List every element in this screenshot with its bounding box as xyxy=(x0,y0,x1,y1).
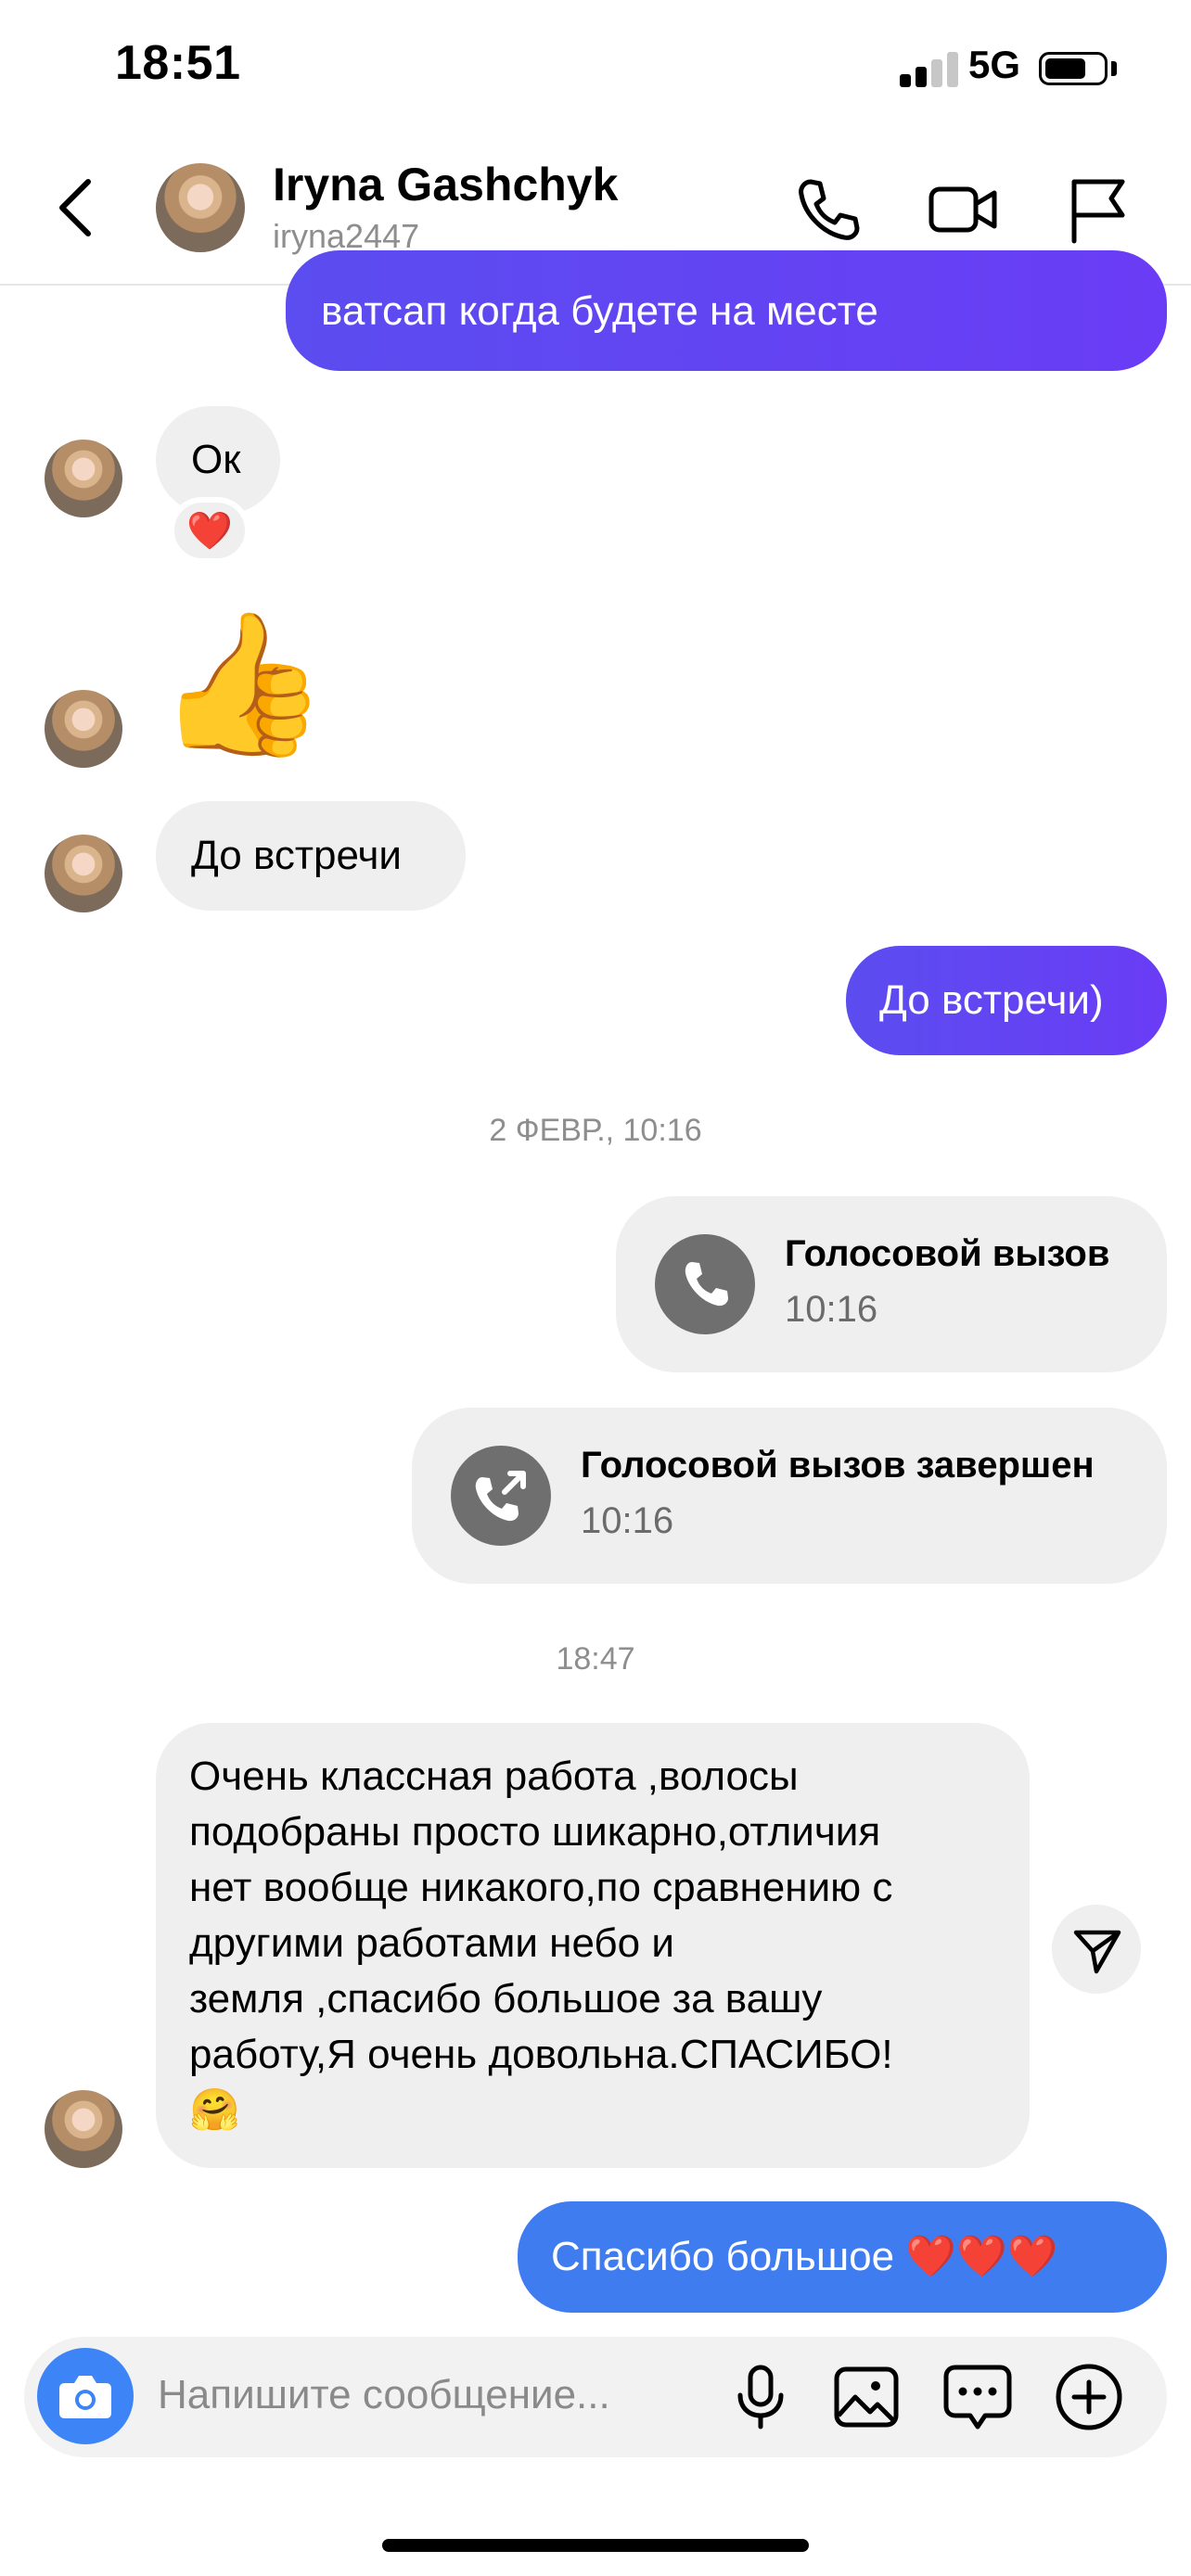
image-icon xyxy=(834,2366,899,2428)
sticker-button[interactable] xyxy=(941,2360,1015,2434)
share-button[interactable] xyxy=(1052,1905,1141,1994)
gallery-button[interactable] xyxy=(829,2360,903,2434)
message-input[interactable]: Напишите сообщение... xyxy=(158,2372,610,2418)
contact-name[interactable]: Iryna Gashchyk xyxy=(273,158,618,211)
status-time: 18:51 xyxy=(115,36,241,90)
sticker-chat-icon xyxy=(943,2365,1012,2429)
call-time: 10:16 xyxy=(581,1500,674,1541)
sender-avatar[interactable] xyxy=(45,835,122,912)
camera-button[interactable] xyxy=(37,2348,134,2444)
sender-avatar[interactable] xyxy=(45,2090,122,2168)
sender-avatar[interactable] xyxy=(45,690,122,768)
call-title: Голосовой вызов xyxy=(785,1233,1110,1274)
call-icon-circle xyxy=(451,1446,551,1546)
time-divider: 18:47 xyxy=(556,1641,635,1677)
outgoing-call-icon xyxy=(475,1471,526,1522)
phone-icon xyxy=(799,179,860,240)
contact-avatar[interactable] xyxy=(156,163,245,252)
outgoing-message[interactable]: ватсап когда будете на месте xyxy=(286,250,1167,371)
thumbs-up-emoji-message[interactable]: 👍 xyxy=(156,605,329,762)
call-time: 10:16 xyxy=(785,1289,878,1330)
voice-call-card[interactable]: Голосовой вызов 10:16 xyxy=(616,1196,1167,1372)
outgoing-message[interactable]: До встречи) xyxy=(846,946,1167,1055)
audio-call-button[interactable] xyxy=(790,172,864,247)
battery-icon xyxy=(1039,52,1108,85)
network-type: 5G xyxy=(968,43,1021,86)
heart-reaction[interactable]: ❤️ xyxy=(169,497,250,564)
send-icon xyxy=(1073,1930,1121,1974)
flag-icon xyxy=(1071,179,1125,244)
microphone-icon xyxy=(737,2365,784,2429)
sender-avatar[interactable] xyxy=(45,440,122,517)
video-call-button[interactable] xyxy=(926,172,1000,247)
home-indicator xyxy=(382,2539,809,2552)
more-options-button[interactable] xyxy=(1052,2360,1126,2434)
incoming-message[interactable]: До встречи xyxy=(156,801,466,911)
back-icon xyxy=(59,179,91,236)
camera-icon xyxy=(59,2376,111,2418)
date-divider: 2 ФЕВР., 10:16 xyxy=(489,1113,702,1148)
plus-icon xyxy=(1056,2364,1122,2430)
call-icon-circle xyxy=(655,1234,755,1334)
signal-strength-icon xyxy=(900,50,959,87)
battery-nub xyxy=(1111,61,1117,76)
voice-call-ended-card[interactable]: Голосовой вызов завершен 10:16 xyxy=(412,1408,1167,1584)
incoming-message[interactable]: Очень классная работа ,волосы подобраны … xyxy=(156,1723,1030,2168)
video-camera-icon xyxy=(928,186,997,233)
back-button[interactable] xyxy=(46,171,111,245)
phone-icon xyxy=(685,1262,728,1307)
call-title: Голосовой вызов завершен xyxy=(581,1445,1095,1486)
report-button[interactable] xyxy=(1061,172,1135,247)
voice-message-button[interactable] xyxy=(724,2360,798,2434)
outgoing-message[interactable]: Спасибо большое ❤️❤️❤️ xyxy=(518,2201,1167,2313)
